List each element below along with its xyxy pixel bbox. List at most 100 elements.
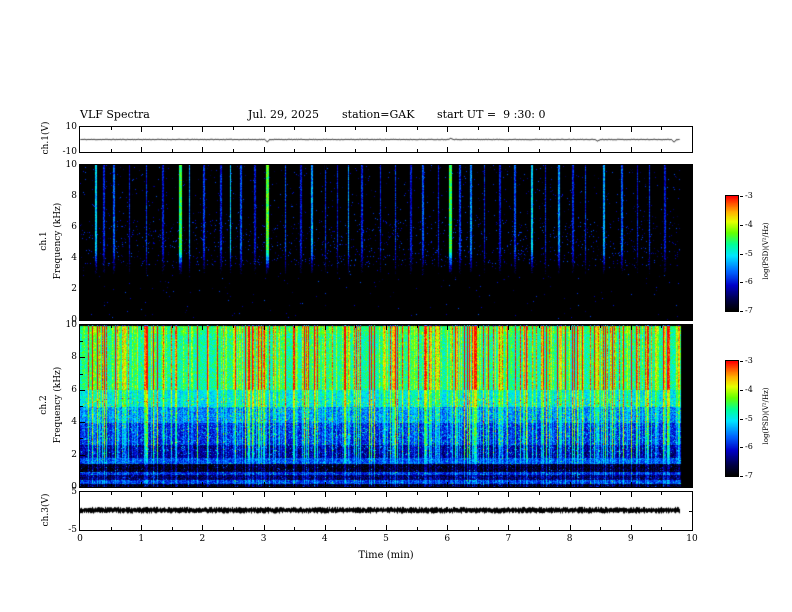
tick-mark (570, 147, 571, 152)
tick-mark (539, 165, 540, 168)
colorbar-tick-label: -3 (745, 191, 753, 200)
tick-mark (631, 525, 632, 530)
x-tick-label: 7 (505, 534, 512, 544)
x-tick-label: 6 (444, 534, 451, 544)
tick-mark (80, 422, 85, 423)
panel-ch2-spectrogram (79, 324, 693, 488)
tick-mark (570, 165, 571, 170)
tick-mark (264, 525, 265, 530)
tick-mark (172, 317, 173, 320)
tick-mark (355, 527, 356, 530)
tick-mark (80, 438, 83, 439)
tick-mark (202, 482, 203, 487)
tick-mark (570, 315, 571, 320)
tick-mark (172, 127, 173, 130)
colorbar-tick-label: -5 (745, 413, 753, 423)
tick-mark (233, 492, 234, 495)
tick-mark (80, 390, 85, 391)
tick-mark (417, 165, 418, 168)
tick-mark (172, 527, 173, 530)
tick-mark (417, 317, 418, 320)
tick-mark (172, 484, 173, 487)
tick-mark (570, 492, 571, 497)
tick-mark (355, 149, 356, 152)
tick-mark (508, 492, 509, 497)
station-label: station=GAK (342, 108, 415, 121)
tick-mark (80, 341, 83, 342)
tick-mark (202, 127, 203, 132)
tick-mark (661, 127, 662, 130)
tick-mark (386, 482, 387, 487)
tick-mark (447, 325, 448, 330)
colorbar-ch2-gradient (726, 361, 738, 476)
tick-mark (417, 484, 418, 487)
tick-mark (447, 525, 448, 530)
y-tick-label: 8 (71, 352, 77, 363)
tick-mark (508, 127, 509, 132)
tick-mark (689, 212, 692, 213)
tick-mark (631, 325, 632, 330)
tick-mark (80, 258, 85, 259)
tick-mark (294, 484, 295, 487)
tick-mark (478, 492, 479, 495)
y-tick-label: 2 (71, 284, 77, 294)
tick-mark (689, 274, 692, 275)
tick-mark (141, 127, 142, 132)
tick-mark (80, 181, 83, 182)
ch2-spectrogram-canvas (80, 325, 692, 487)
tick-mark (661, 527, 662, 530)
tick-mark (233, 527, 234, 530)
tick-mark (325, 325, 326, 330)
tick-mark (447, 492, 448, 497)
tick-mark (661, 165, 662, 168)
panel-ch1-spectrogram (79, 164, 693, 321)
tick-mark (172, 492, 173, 495)
tick-mark (478, 127, 479, 130)
tick-mark (631, 127, 632, 132)
ch2-row-label: ch.2 (39, 395, 49, 415)
tick-mark (141, 165, 142, 170)
y-tick-label: 8 (71, 191, 77, 201)
tick-mark (600, 317, 601, 320)
plot-title: VLF Spectra (80, 108, 150, 121)
x-tick-label: 2 (199, 534, 206, 544)
colorbar-tick-label: -6 (745, 442, 753, 452)
tick-mark (386, 325, 387, 330)
tick-mark (111, 317, 112, 320)
colorbar-tick-label: -4 (745, 219, 753, 229)
tick-mark (447, 315, 448, 320)
date-label: Jul. 29, 2025 (248, 108, 319, 121)
tick-mark (386, 147, 387, 152)
start-ut-label: start UT = 9 :30: 0 (437, 108, 546, 121)
x-tick-label: 10 (686, 534, 698, 544)
tick-mark (689, 243, 692, 244)
tick-mark (539, 527, 540, 530)
tick-mark (447, 147, 448, 152)
tick-mark (233, 325, 234, 328)
tick-mark (80, 455, 85, 456)
tick-mark (661, 317, 662, 320)
tick-mark (740, 419, 743, 420)
tick-mark (689, 341, 692, 342)
tick-mark (294, 127, 295, 130)
tick-mark (172, 149, 173, 152)
y-tick-label: 4 (71, 253, 77, 263)
tick-mark (264, 147, 265, 152)
tick-mark (687, 196, 692, 197)
tick-mark (539, 317, 540, 320)
tick-mark (294, 165, 295, 168)
ch1-voltage-axis-label: ch.1(V) (41, 121, 51, 155)
tick-mark (80, 243, 83, 244)
tick-mark (355, 484, 356, 487)
y-tick-label: 4 (71, 417, 77, 428)
tick-mark (570, 325, 571, 330)
tick-mark (740, 476, 743, 477)
colorbar-tick-label: -7 (745, 471, 753, 480)
tick-mark (689, 406, 692, 407)
tick-mark (508, 147, 509, 152)
tick-mark (111, 165, 112, 168)
tick-mark (631, 482, 632, 487)
colorbar-tick-label: -5 (745, 248, 753, 258)
tick-mark (631, 165, 632, 170)
tick-mark (600, 149, 601, 152)
